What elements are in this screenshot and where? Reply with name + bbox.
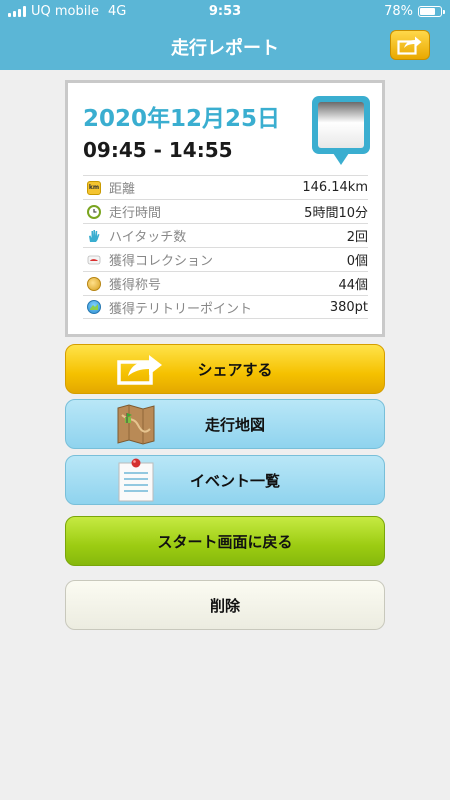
km-icon: km (87, 180, 101, 195)
stat-titles: 獲得称号 44個 (83, 271, 368, 295)
delete-button[interactable]: 削除 (65, 580, 385, 630)
stat-distance: km 距離 146.14km (83, 175, 368, 199)
photo-pin-icon[interactable] (311, 95, 371, 173)
battery-percent: 78% (384, 4, 413, 19)
stat-territory: 獲得テリトリーポイント 380pt (83, 295, 368, 319)
share-arrow-icon (397, 36, 422, 55)
stat-label: 獲得テリトリーポイント (109, 301, 253, 317)
clock: 9:53 (208, 4, 242, 19)
stat-label: 獲得称号 (109, 278, 162, 293)
stat-label: 走行時間 (109, 206, 162, 221)
medal-icon (87, 276, 101, 291)
status-bar: UQ mobile 4G 9:53 78% (0, 0, 450, 24)
stat-collection: 獲得コレクション 0個 (83, 247, 368, 271)
stat-duration: 走行時間 5時間10分 (83, 199, 368, 223)
collection-icon (87, 253, 101, 267)
share-top-button[interactable] (390, 30, 430, 60)
share-button[interactable]: シェアする (65, 344, 385, 394)
hand-icon (87, 229, 101, 243)
stat-label: ハイタッチ数 (109, 230, 187, 245)
battery-icon (418, 6, 445, 17)
delete-button-label: 削除 (209, 596, 240, 615)
clock-icon (87, 204, 101, 219)
stat-high-touch: ハイタッチ数 2回 (83, 223, 368, 247)
back-to-start-button[interactable]: スタート画面に戻る (65, 516, 385, 566)
stat-value: 44個 (338, 278, 368, 293)
report-time-range: 09:45 - 14:55 (83, 138, 233, 162)
back-to-start-button-label: スタート画面に戻る (157, 532, 293, 551)
stats-list: km 距離 146.14km 走行時間 5時間10分 ハイタッチ数 2回 獲得コ… (83, 175, 368, 319)
share-button-label: シェアする (197, 360, 273, 379)
stat-label: 距離 (109, 182, 136, 197)
stat-value: 380pt (329, 299, 368, 315)
report-card: 2020年12月25日 09:45 - 14:55 km 距離 146.14km (65, 80, 385, 337)
memo-pin-icon (116, 456, 156, 504)
stat-value: 2回 (346, 230, 368, 245)
stat-value: 0個 (346, 254, 368, 269)
route-map-button[interactable]: 走行地図 (65, 399, 385, 449)
stat-label: 獲得コレクション (109, 254, 214, 269)
page-title: 走行レポート (171, 38, 279, 59)
territory-icon (87, 300, 101, 314)
route-map-button-label: 走行地図 (204, 415, 265, 434)
navigation-bar: UQ mobile 4G 9:53 78% 走行レポート (0, 0, 450, 70)
stat-value: 146.14km (302, 180, 368, 195)
map-icon (116, 400, 156, 448)
event-list-button-label: イベント一覧 (189, 471, 280, 490)
report-date: 2020年12月25日 (83, 106, 281, 132)
share-arrow-icon (116, 345, 166, 393)
battery-status: 78% (384, 4, 445, 19)
stat-value: 5時間10分 (304, 206, 368, 221)
event-list-button[interactable]: イベント一覧 (65, 455, 385, 505)
